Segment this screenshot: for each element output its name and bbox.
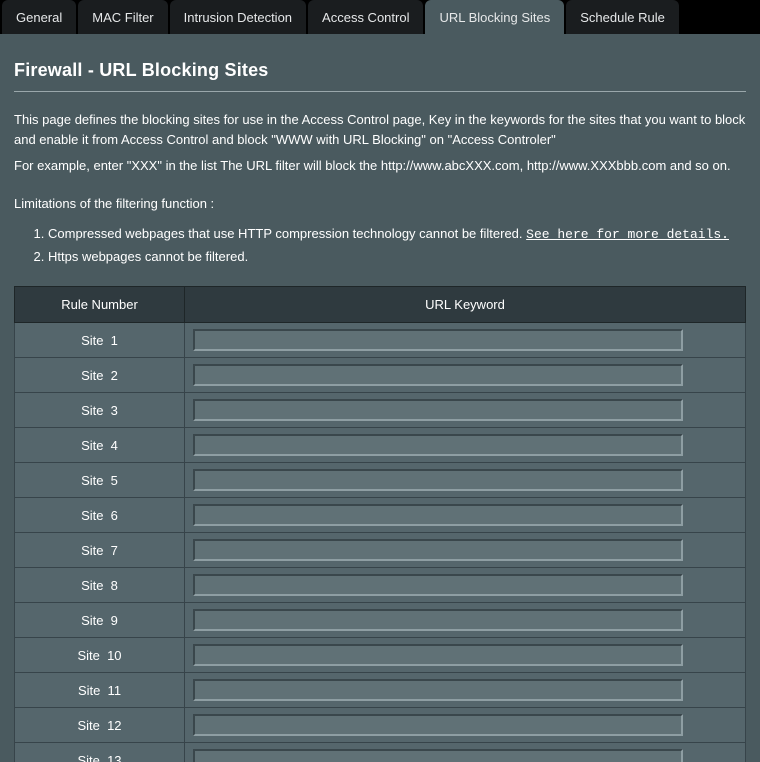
tab-bar: General MAC Filter Intrusion Detection A… [0, 0, 760, 34]
url-keyword-cell [185, 428, 746, 463]
url-keyword-input[interactable] [193, 399, 683, 421]
description-line-2: For example, enter "XXX" in the list The… [14, 156, 746, 176]
limitations-list: Compressed webpages that use HTTP compre… [14, 223, 746, 268]
url-keyword-cell [185, 358, 746, 393]
tab-access-control[interactable]: Access Control [308, 0, 423, 34]
column-header-url-keyword: URL Keyword [185, 287, 746, 323]
url-keyword-input[interactable] [193, 574, 683, 596]
limitations-title: Limitations of the filtering function : [14, 196, 746, 211]
tab-general[interactable]: General [2, 0, 76, 34]
rule-number-cell: Site 6 [15, 498, 185, 533]
url-keyword-input[interactable] [193, 364, 683, 386]
limitation-text: Https webpages cannot be filtered. [48, 249, 248, 264]
rule-number-cell: Site 13 [15, 743, 185, 762]
url-keyword-input[interactable] [193, 749, 683, 762]
rule-number-cell: Site 3 [15, 393, 185, 428]
table-row: Site 2 [15, 358, 746, 393]
tab-schedule-rule[interactable]: Schedule Rule [566, 0, 679, 34]
url-keyword-cell [185, 708, 746, 743]
rule-number-cell: Site 8 [15, 568, 185, 603]
rule-number-cell: Site 11 [15, 673, 185, 708]
url-keyword-cell [185, 568, 746, 603]
table-row: Site 13 [15, 743, 746, 762]
url-keyword-cell [185, 673, 746, 708]
url-keyword-input[interactable] [193, 644, 683, 666]
rule-number-cell: Site 4 [15, 428, 185, 463]
url-keyword-cell [185, 638, 746, 673]
table-row: Site 1 [15, 323, 746, 358]
url-keyword-input[interactable] [193, 539, 683, 561]
table-row: Site 5 [15, 463, 746, 498]
table-row: Site 4 [15, 428, 746, 463]
limitation-item: Https webpages cannot be filtered. [48, 246, 746, 268]
table-row: Site 11 [15, 673, 746, 708]
url-keyword-input[interactable] [193, 434, 683, 456]
rule-number-cell: Site 1 [15, 323, 185, 358]
table-row: Site 10 [15, 638, 746, 673]
see-details-link[interactable]: See here for more details. [526, 227, 729, 242]
table-row: Site 9 [15, 603, 746, 638]
url-keyword-cell [185, 743, 746, 762]
column-header-rule-number: Rule Number [15, 287, 185, 323]
limitation-item: Compressed webpages that use HTTP compre… [48, 223, 746, 246]
url-blocking-table: Rule Number URL Keyword Site 1Site 2Site… [14, 286, 746, 762]
url-keyword-cell [185, 323, 746, 358]
rule-number-cell: Site 10 [15, 638, 185, 673]
url-keyword-input[interactable] [193, 469, 683, 491]
tab-intrusion-detection[interactable]: Intrusion Detection [170, 0, 306, 34]
rule-number-cell: Site 9 [15, 603, 185, 638]
table-row: Site 12 [15, 708, 746, 743]
table-row: Site 8 [15, 568, 746, 603]
rule-number-cell: Site 5 [15, 463, 185, 498]
url-keyword-cell [185, 498, 746, 533]
rule-number-cell: Site 7 [15, 533, 185, 568]
url-keyword-cell [185, 393, 746, 428]
url-keyword-cell [185, 533, 746, 568]
url-keyword-cell [185, 603, 746, 638]
page-title: Firewall - URL Blocking Sites [14, 60, 746, 81]
url-keyword-input[interactable] [193, 714, 683, 736]
table-row: Site 7 [15, 533, 746, 568]
limitation-text: Compressed webpages that use HTTP compre… [48, 226, 526, 241]
rule-number-cell: Site 12 [15, 708, 185, 743]
tab-url-blocking-sites[interactable]: URL Blocking Sites [425, 0, 564, 34]
url-keyword-input[interactable] [193, 679, 683, 701]
page-body: Firewall - URL Blocking Sites This page … [0, 34, 760, 762]
description-line-1: This page defines the blocking sites for… [14, 110, 746, 150]
url-keyword-input[interactable] [193, 329, 683, 351]
table-row: Site 3 [15, 393, 746, 428]
url-keyword-input[interactable] [193, 504, 683, 526]
tab-mac-filter[interactable]: MAC Filter [78, 0, 167, 34]
rule-number-cell: Site 2 [15, 358, 185, 393]
divider [14, 91, 746, 92]
url-keyword-cell [185, 463, 746, 498]
url-keyword-input[interactable] [193, 609, 683, 631]
table-row: Site 6 [15, 498, 746, 533]
